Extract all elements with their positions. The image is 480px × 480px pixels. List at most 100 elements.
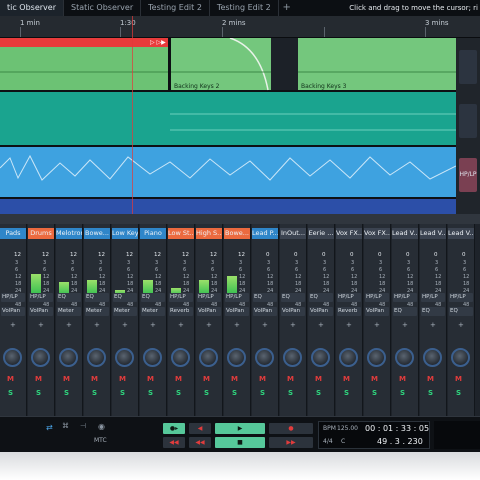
track-panel-button-2[interactable] [459,104,477,138]
solo-button[interactable]: S [260,389,265,397]
plugin-slot[interactable]: EQ [421,307,445,316]
add-tab-button[interactable]: + [279,0,295,16]
add-plugin-button[interactable]: + [178,321,184,329]
hp-lp-button[interactable]: HP/LP [459,158,477,192]
pan-knob[interactable] [115,348,134,367]
mute-button[interactable]: M [371,375,378,383]
plugin-slot[interactable]: EQ [141,293,165,302]
mute-button[interactable]: M [455,375,462,383]
clip-blue[interactable] [0,147,456,197]
tab-observer[interactable]: tic Observer [0,0,64,16]
plugin-slot[interactable]: VolPan [1,307,25,316]
rewind-button[interactable]: ◀◀ [163,437,185,448]
record-mode-button[interactable]: ●▸ [163,423,185,434]
pan-knob[interactable] [311,348,330,367]
plugin-slot[interactable]: VolPan [253,307,277,316]
mute-button[interactable]: M [315,375,322,383]
add-plugin-button[interactable]: + [374,321,380,329]
skip-back-button[interactable]: ◀ [189,423,211,434]
plugin-slot[interactable]: Meter [141,307,165,316]
add-plugin-button[interactable]: + [122,321,128,329]
lock-icon[interactable]: ⌘ [62,422,69,430]
plugin-slot[interactable]: EQ [57,293,81,302]
plugin-slot[interactable]: HP/LP [29,293,53,302]
record-button[interactable]: ● [269,423,313,434]
click-icon[interactable]: ◉ [98,422,105,431]
clip-dark-blue[interactable] [0,199,456,214]
pan-knob[interactable] [283,348,302,367]
channel-name[interactable]: Lead V... [448,228,474,239]
pan-knob[interactable] [395,348,414,367]
add-plugin-button[interactable]: + [206,321,212,329]
pan-knob[interactable] [423,348,442,367]
mute-button[interactable]: M [203,375,210,383]
mute-button[interactable]: M [259,375,266,383]
plugin-slot[interactable]: HP/LP [365,293,389,302]
channel-name[interactable]: High S... [196,228,222,239]
tab-testing-edit-2b[interactable]: Testing Edit 2 [210,0,279,16]
play-button[interactable]: ▶ [215,423,265,434]
stop-button[interactable]: ■ [215,437,265,448]
solo-button[interactable]: S [288,389,293,397]
timeline-ruler[interactable]: 1 min 1:30 2 mins 3 mins [0,16,480,38]
channel-name[interactable]: Drums [28,228,54,239]
solo-button[interactable]: S [456,389,461,397]
solo-button[interactable]: S [92,389,97,397]
pan-knob[interactable] [87,348,106,367]
add-plugin-button[interactable]: + [430,321,436,329]
solo-button[interactable]: S [64,389,69,397]
channel-name[interactable]: Lead P... [252,228,278,239]
tab-static-observer[interactable]: Static Observer [64,0,142,16]
channel-name[interactable]: Lead V... [392,228,418,239]
pan-knob[interactable] [451,348,470,367]
time-signature[interactable]: 4/4 [323,438,333,445]
plugin-slot[interactable]: VolPan [309,307,333,316]
add-plugin-button[interactable]: + [66,321,72,329]
add-plugin-button[interactable]: + [318,321,324,329]
add-plugin-button[interactable]: + [262,321,268,329]
add-plugin-button[interactable]: + [38,321,44,329]
plugin-slot[interactable]: EQ [393,307,417,316]
add-plugin-button[interactable]: + [458,321,464,329]
plugin-slot[interactable]: VolPan [29,307,53,316]
plugin-slot[interactable]: VolPan [197,307,221,316]
plugin-slot[interactable]: Reverb [337,307,361,316]
channel-name[interactable]: Piano [140,228,166,239]
pan-knob[interactable] [227,348,246,367]
add-plugin-button[interactable]: + [234,321,240,329]
pan-knob[interactable] [339,348,358,367]
plugin-slot[interactable]: HP/LP [449,293,473,302]
solo-button[interactable]: S [36,389,41,397]
skip-start-button[interactable]: ◀◀ [189,437,211,448]
add-plugin-button[interactable]: + [94,321,100,329]
solo-button[interactable]: S [372,389,377,397]
plugin-slot[interactable]: HP/LP [197,293,221,302]
mute-button[interactable]: M [63,375,70,383]
plugin-slot[interactable]: EQ [281,293,305,302]
channel-name[interactable]: Melotron [56,228,82,239]
pan-knob[interactable] [143,348,162,367]
mute-button[interactable]: M [175,375,182,383]
channel-name[interactable]: Vox FX... [364,228,390,239]
plugin-slot[interactable]: EQ [113,293,137,302]
plugin-slot[interactable]: HP/LP [337,293,361,302]
bpm-value[interactable]: 125.00 [337,425,358,432]
add-plugin-button[interactable]: + [10,321,16,329]
key-value[interactable]: C [341,438,345,445]
pan-knob[interactable] [367,348,386,367]
channel-name[interactable]: Low St... [168,228,194,239]
channel-name[interactable]: Low Keys [112,228,138,239]
plugin-slot[interactable]: HP/LP [225,293,249,302]
plugin-slot[interactable]: VolPan [225,307,249,316]
plugin-slot[interactable]: Meter [113,307,137,316]
tab-testing-edit-2[interactable]: Testing Edit 2 [141,0,210,16]
channel-name[interactable]: Pads [0,228,26,239]
plugin-slot[interactable]: VolPan [281,307,305,316]
plugin-slot[interactable]: EQ [449,307,473,316]
pan-knob[interactable] [3,348,22,367]
plugin-slot[interactable]: EQ [85,293,109,302]
track-panel-button-1[interactable] [459,50,477,84]
add-plugin-button[interactable]: + [346,321,352,329]
solo-button[interactable]: S [176,389,181,397]
channel-name[interactable]: Bowe... [84,228,110,239]
